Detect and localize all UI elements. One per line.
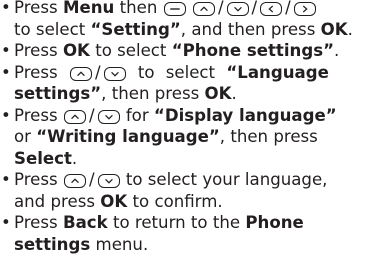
- separator: /: [94, 62, 101, 82]
- step-1-text: then: [114, 0, 163, 17]
- step-4: • Press / for “Display language” or “Writ…: [0, 105, 366, 170]
- bullet: •: [1, 62, 11, 82]
- up-key-icon: [69, 66, 92, 81]
- select-label: Select: [14, 148, 72, 168]
- step-3-text: Press: [14, 62, 69, 82]
- back-label: Back: [62, 213, 108, 232]
- step-4-text: Press: [14, 105, 63, 125]
- ok-label: OK: [320, 19, 348, 39]
- bullet: •: [1, 41, 11, 60]
- down-key-icon: [103, 66, 126, 81]
- right-key-icon: [293, 2, 316, 16]
- bullet: •: [1, 105, 11, 125]
- step-6-text: menu.: [90, 234, 149, 254]
- step-1-text: .: [347, 19, 353, 39]
- step-2-text: to select: [89, 41, 172, 60]
- separator: /: [88, 170, 95, 189]
- step-2-text: .: [334, 41, 340, 60]
- step-1: • Press Menu then / / / to select “Setting…: [0, 0, 366, 40]
- display-language-label: “Display language”: [153, 105, 337, 125]
- step-4-text: for: [120, 105, 154, 125]
- step-5-text: and press: [14, 191, 101, 211]
- step-5: • Press / to select your language, and pr…: [0, 169, 366, 212]
- instruction-list: • Press Menu then / / / to select “Setting…: [0, 0, 366, 255]
- instruction-page: • Press Menu then / / / to select “Setting…: [0, 0, 369, 259]
- step-5-text: Press: [14, 170, 63, 189]
- step-4-text: .: [71, 148, 78, 168]
- separator: /: [217, 0, 224, 17]
- step-3-text: , then press: [101, 84, 205, 103]
- bullet: •: [1, 170, 11, 189]
- up-key-icon: [63, 174, 86, 188]
- ok-label: OK: [62, 41, 90, 60]
- language-settings-label: “Language: [226, 62, 329, 82]
- step-6-text: Press: [14, 213, 63, 232]
- step-4-text: , then press: [219, 127, 318, 146]
- ok-label: OK: [100, 191, 128, 211]
- phone-settings-label: Phone: [245, 213, 304, 232]
- separator: /: [251, 0, 258, 17]
- step-3-text: .: [231, 84, 237, 103]
- down-key-icon: [226, 2, 249, 16]
- menu-label: Menu: [62, 0, 115, 17]
- step-1-text: , and then press: [180, 19, 321, 39]
- step-1-text: to select: [14, 19, 91, 39]
- phone-settings-label: settings: [14, 234, 91, 254]
- phone-settings-label: “Phone settings”: [171, 41, 335, 60]
- step-4-text: or: [14, 127, 37, 146]
- step-6-text: to return to the: [107, 213, 246, 232]
- down-key-icon: [97, 109, 120, 124]
- step-3: • Press / to select “Language settings”, …: [0, 62, 366, 105]
- ok-label: OK: [204, 84, 232, 103]
- step-6: • Press Back to return to the Phone setti…: [0, 212, 366, 255]
- up-key-icon: [192, 2, 215, 16]
- step-5-text: to select your language,: [120, 170, 328, 189]
- step-2: • Press OK to select “Phone settings”.: [0, 40, 366, 62]
- step-3-text: to select: [126, 62, 227, 82]
- step-1-text: Press: [14, 0, 63, 17]
- writing-language-label: “Writing language”: [36, 127, 220, 146]
- menu-key-icon: [163, 2, 186, 16]
- left-key-icon: [260, 2, 283, 16]
- step-5-text: to confirm.: [127, 191, 223, 211]
- up-key-icon: [63, 109, 86, 124]
- setting-label: “Setting”: [90, 19, 181, 39]
- separator: /: [88, 105, 95, 125]
- down-key-icon: [97, 174, 120, 188]
- language-settings-label: settings”: [14, 84, 102, 103]
- bullet: •: [1, 213, 11, 232]
- separator: /: [285, 0, 291, 17]
- step-2-text: Press: [14, 41, 63, 60]
- bullet: •: [1, 0, 11, 17]
